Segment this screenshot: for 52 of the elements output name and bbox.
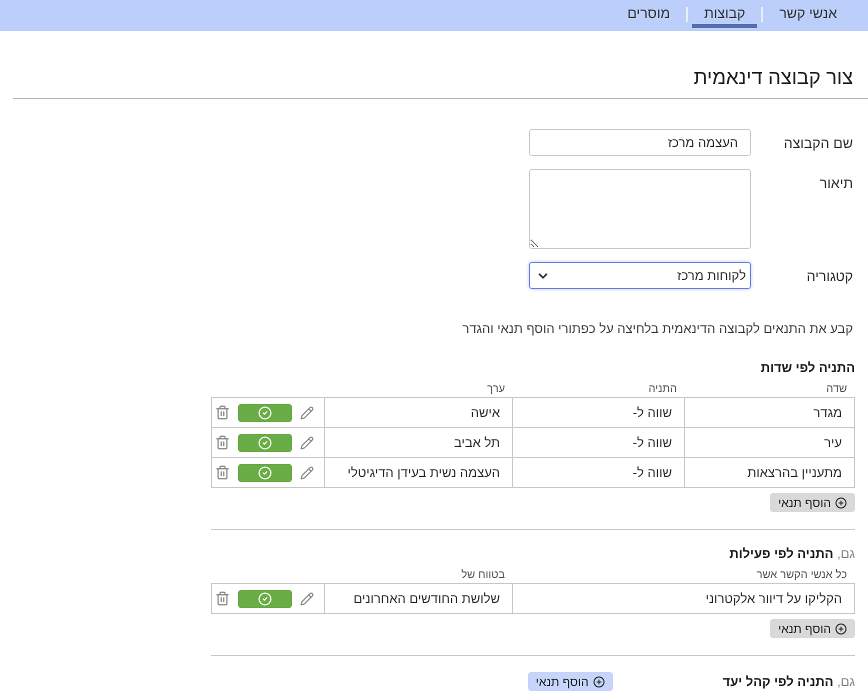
description-field[interactable]: [529, 169, 751, 249]
field-label: קטגוריה: [806, 267, 853, 286]
confirm-button[interactable]: [238, 464, 292, 482]
pencil-icon[interactable]: [300, 436, 314, 450]
page-title: צור קבוצה דינאמית: [692, 66, 854, 91]
table-cell: שווה ל-: [512, 398, 684, 428]
table-cell: עיר: [684, 428, 854, 458]
add-condition-button[interactable]: הוסף תנאי: [528, 672, 613, 691]
column-header: בטווח של: [460, 568, 506, 583]
column-header: כל אנשי הקשר אשר: [756, 568, 848, 583]
check-icon: [258, 592, 272, 606]
field-label: תיאור: [818, 174, 853, 193]
table-cell: שווה ל-: [512, 458, 684, 488]
trash-icon[interactable]: [215, 465, 230, 480]
table-cell: אישה: [324, 398, 512, 428]
trash-icon[interactable]: [215, 435, 230, 450]
table-cell: תל אביב: [324, 428, 512, 458]
field-label: שם הקבוצה: [782, 134, 853, 153]
check-icon: [258, 406, 272, 420]
table-cell: שווה ל-: [512, 428, 684, 458]
pencil-icon[interactable]: [300, 406, 314, 420]
group-name-field[interactable]: העצמה מרכז: [529, 129, 751, 156]
section-heading: גם, התניה לפי פעילות: [728, 546, 855, 561]
confirm-button[interactable]: [238, 434, 292, 452]
plus-icon: [835, 622, 847, 634]
tab[interactable]: קבוצות: [692, 0, 758, 28]
add-condition-button[interactable]: הוסף תנאי: [770, 493, 855, 512]
column-header: שדה: [825, 382, 848, 397]
plus-icon: [835, 496, 847, 508]
table-cell: מגדר: [684, 398, 854, 428]
tab[interactable]: אנשי קשר: [767, 0, 849, 28]
trash-icon[interactable]: [215, 405, 230, 420]
pencil-icon[interactable]: [300, 466, 314, 480]
check-icon: [258, 466, 272, 480]
trash-icon[interactable]: [215, 591, 230, 606]
table-cell: העצמה נשית בעידן הדיגיטלי: [324, 458, 512, 488]
table-cell: הקליקו על דיוור אלקטרוני: [512, 584, 854, 614]
section-heading: גם, התניה לפי קהל יעד: [722, 674, 855, 689]
confirm-button[interactable]: [238, 590, 292, 608]
check-icon: [258, 436, 272, 450]
section-heading: התניה לפי שדות: [760, 360, 855, 375]
category-select[interactable]: לקוחות מרכז: [529, 262, 751, 289]
add-condition-button[interactable]: הוסף תנאי: [770, 619, 855, 638]
table-cell: שלושת החודשים האחרונים: [324, 584, 512, 614]
plus-icon: [592, 676, 605, 688]
table-cell: מתעניין בהרצאות: [684, 458, 854, 488]
column-header: התניה: [648, 382, 678, 397]
pencil-icon[interactable]: [300, 592, 314, 606]
instructions-text: קבע את התנאים לקבוצה הדינאמית בלחיצה על כפתורי הוסף תנאי והגדר: [461, 320, 854, 336]
column-header: ערך: [486, 382, 506, 397]
confirm-button[interactable]: [238, 404, 292, 422]
tab[interactable]: מוסרים: [615, 0, 682, 28]
